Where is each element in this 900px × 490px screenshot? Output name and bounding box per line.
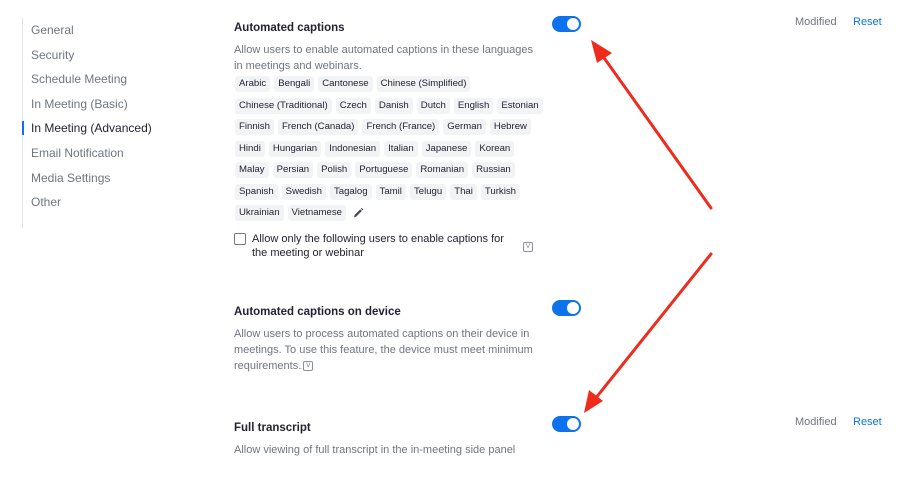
pencil-icon[interactable] [352,205,364,221]
caption-language-chip: Korean [475,140,515,157]
caption-language-chip: Portuguese [355,162,413,178]
automated-captions-modified-label: Modified [795,16,837,28]
caption-language-chip: Bengali [274,76,315,92]
captions-on-device-section: Automated captions on device Allow users… [234,300,894,376]
info-icon[interactable]: V [303,361,314,372]
full-transcript-toggle[interactable] [552,416,581,432]
sidebar-item-in-meeting-basic[interactable]: In Meeting (Basic) [23,92,183,117]
caption-language-chip: Hindi [235,140,265,157]
caption-language-chip: Japanese [421,140,472,157]
caption-language-chip: Polish [317,162,352,178]
caption-language-chip: Chinese (Simplified) [376,76,471,92]
caption-language-chip: Indonesian [325,140,381,157]
caption-language-chip: French (Canada) [277,119,359,135]
caption-language-chip: Vietnamese [287,205,347,221]
caption-language-chip: Swedish [281,183,326,200]
caption-language-chip: Estonian [497,97,543,114]
captions-on-device-description-text: Allow users to process automated caption… [234,328,533,372]
sidebar-item-email-notification[interactable]: Email Notification [23,141,183,166]
toggle-knob [567,18,579,30]
captions-on-device-title: Automated captions on device [234,306,401,318]
toggle-knob [567,418,579,430]
full-transcript-reset-link[interactable]: Reset [853,416,882,428]
full-transcript-description: Allow viewing of full transcript in the … [234,444,516,456]
sidebar-item-other[interactable]: Other [23,190,183,215]
caption-language-chip: Persian [272,162,314,178]
automated-captions-description: Allow users to enable automated captions… [234,44,534,72]
caption-language-chip: Tamil [375,183,406,200]
caption-language-chip: Ukrainian [235,205,284,221]
caption-language-chip: Russian [472,162,515,178]
caption-language-chip: Hungarian [268,140,322,157]
automated-captions-section: Automated captions Allow users to enable… [234,16,894,272]
automated-captions-reset-link[interactable]: Reset [853,16,882,28]
full-transcript-section: Full transcript Allow viewing of full tr… [234,416,894,477]
caption-language-chip: Malay [235,162,269,178]
captions-on-device-toggle[interactable] [552,300,581,316]
automated-captions-toggle[interactable] [552,16,581,32]
sidebar-item-security[interactable]: Security [23,43,183,68]
caption-language-chip: Turkish [480,183,520,200]
caption-language-list: Arabic Bengali Cantonese Chinese (Simplifie… [235,76,545,221]
captions-on-device-description: Allow users to process automated caption… [234,326,534,374]
full-transcript-title: Full transcript [234,422,311,434]
caption-language-chip: Dutch [416,97,450,114]
caption-language-chip: Thai [450,183,477,200]
caption-language-chip: Hebrew [489,119,531,135]
sidebar-item-in-meeting-advanced[interactable]: In Meeting (Advanced) [22,116,183,141]
caption-language-chip: Romanian [416,162,469,178]
caption-language-chip: German [443,119,486,135]
caption-language-chip: Tagalog [329,183,372,200]
caption-language-chip: Czech [335,97,371,114]
toggle-knob [567,302,579,314]
sidebar-item-schedule-meeting[interactable]: Schedule Meeting [23,67,183,92]
restrict-captions-row: Allow only the following users to enable… [234,232,544,264]
caption-language-chip: English [453,97,494,114]
full-transcript-modified-label: Modified [795,416,837,428]
caption-language-chip: Spanish [235,183,278,200]
restrict-captions-label: Allow only the following users to enable… [252,233,504,259]
automated-captions-title: Automated captions [234,22,345,34]
settings-sidebar: General Security Schedule Meeting In Mee… [22,18,183,228]
sidebar-item-media-settings[interactable]: Media Settings [23,166,183,191]
restrict-captions-checkbox[interactable] [234,233,246,245]
caption-language-chip: French (France) [362,119,440,135]
sidebar-item-general[interactable]: General [23,18,183,43]
caption-language-chip: Arabic [235,76,271,92]
info-icon[interactable]: V [523,242,533,252]
caption-language-chip: Finnish [235,119,274,135]
caption-language-chip: Danish [374,97,413,114]
caption-language-chip: Telugu [409,183,447,200]
caption-language-chip: Italian [384,140,418,157]
caption-language-chip: Cantonese [318,76,373,92]
caption-language-chip: Chinese (Traditional) [235,97,332,114]
